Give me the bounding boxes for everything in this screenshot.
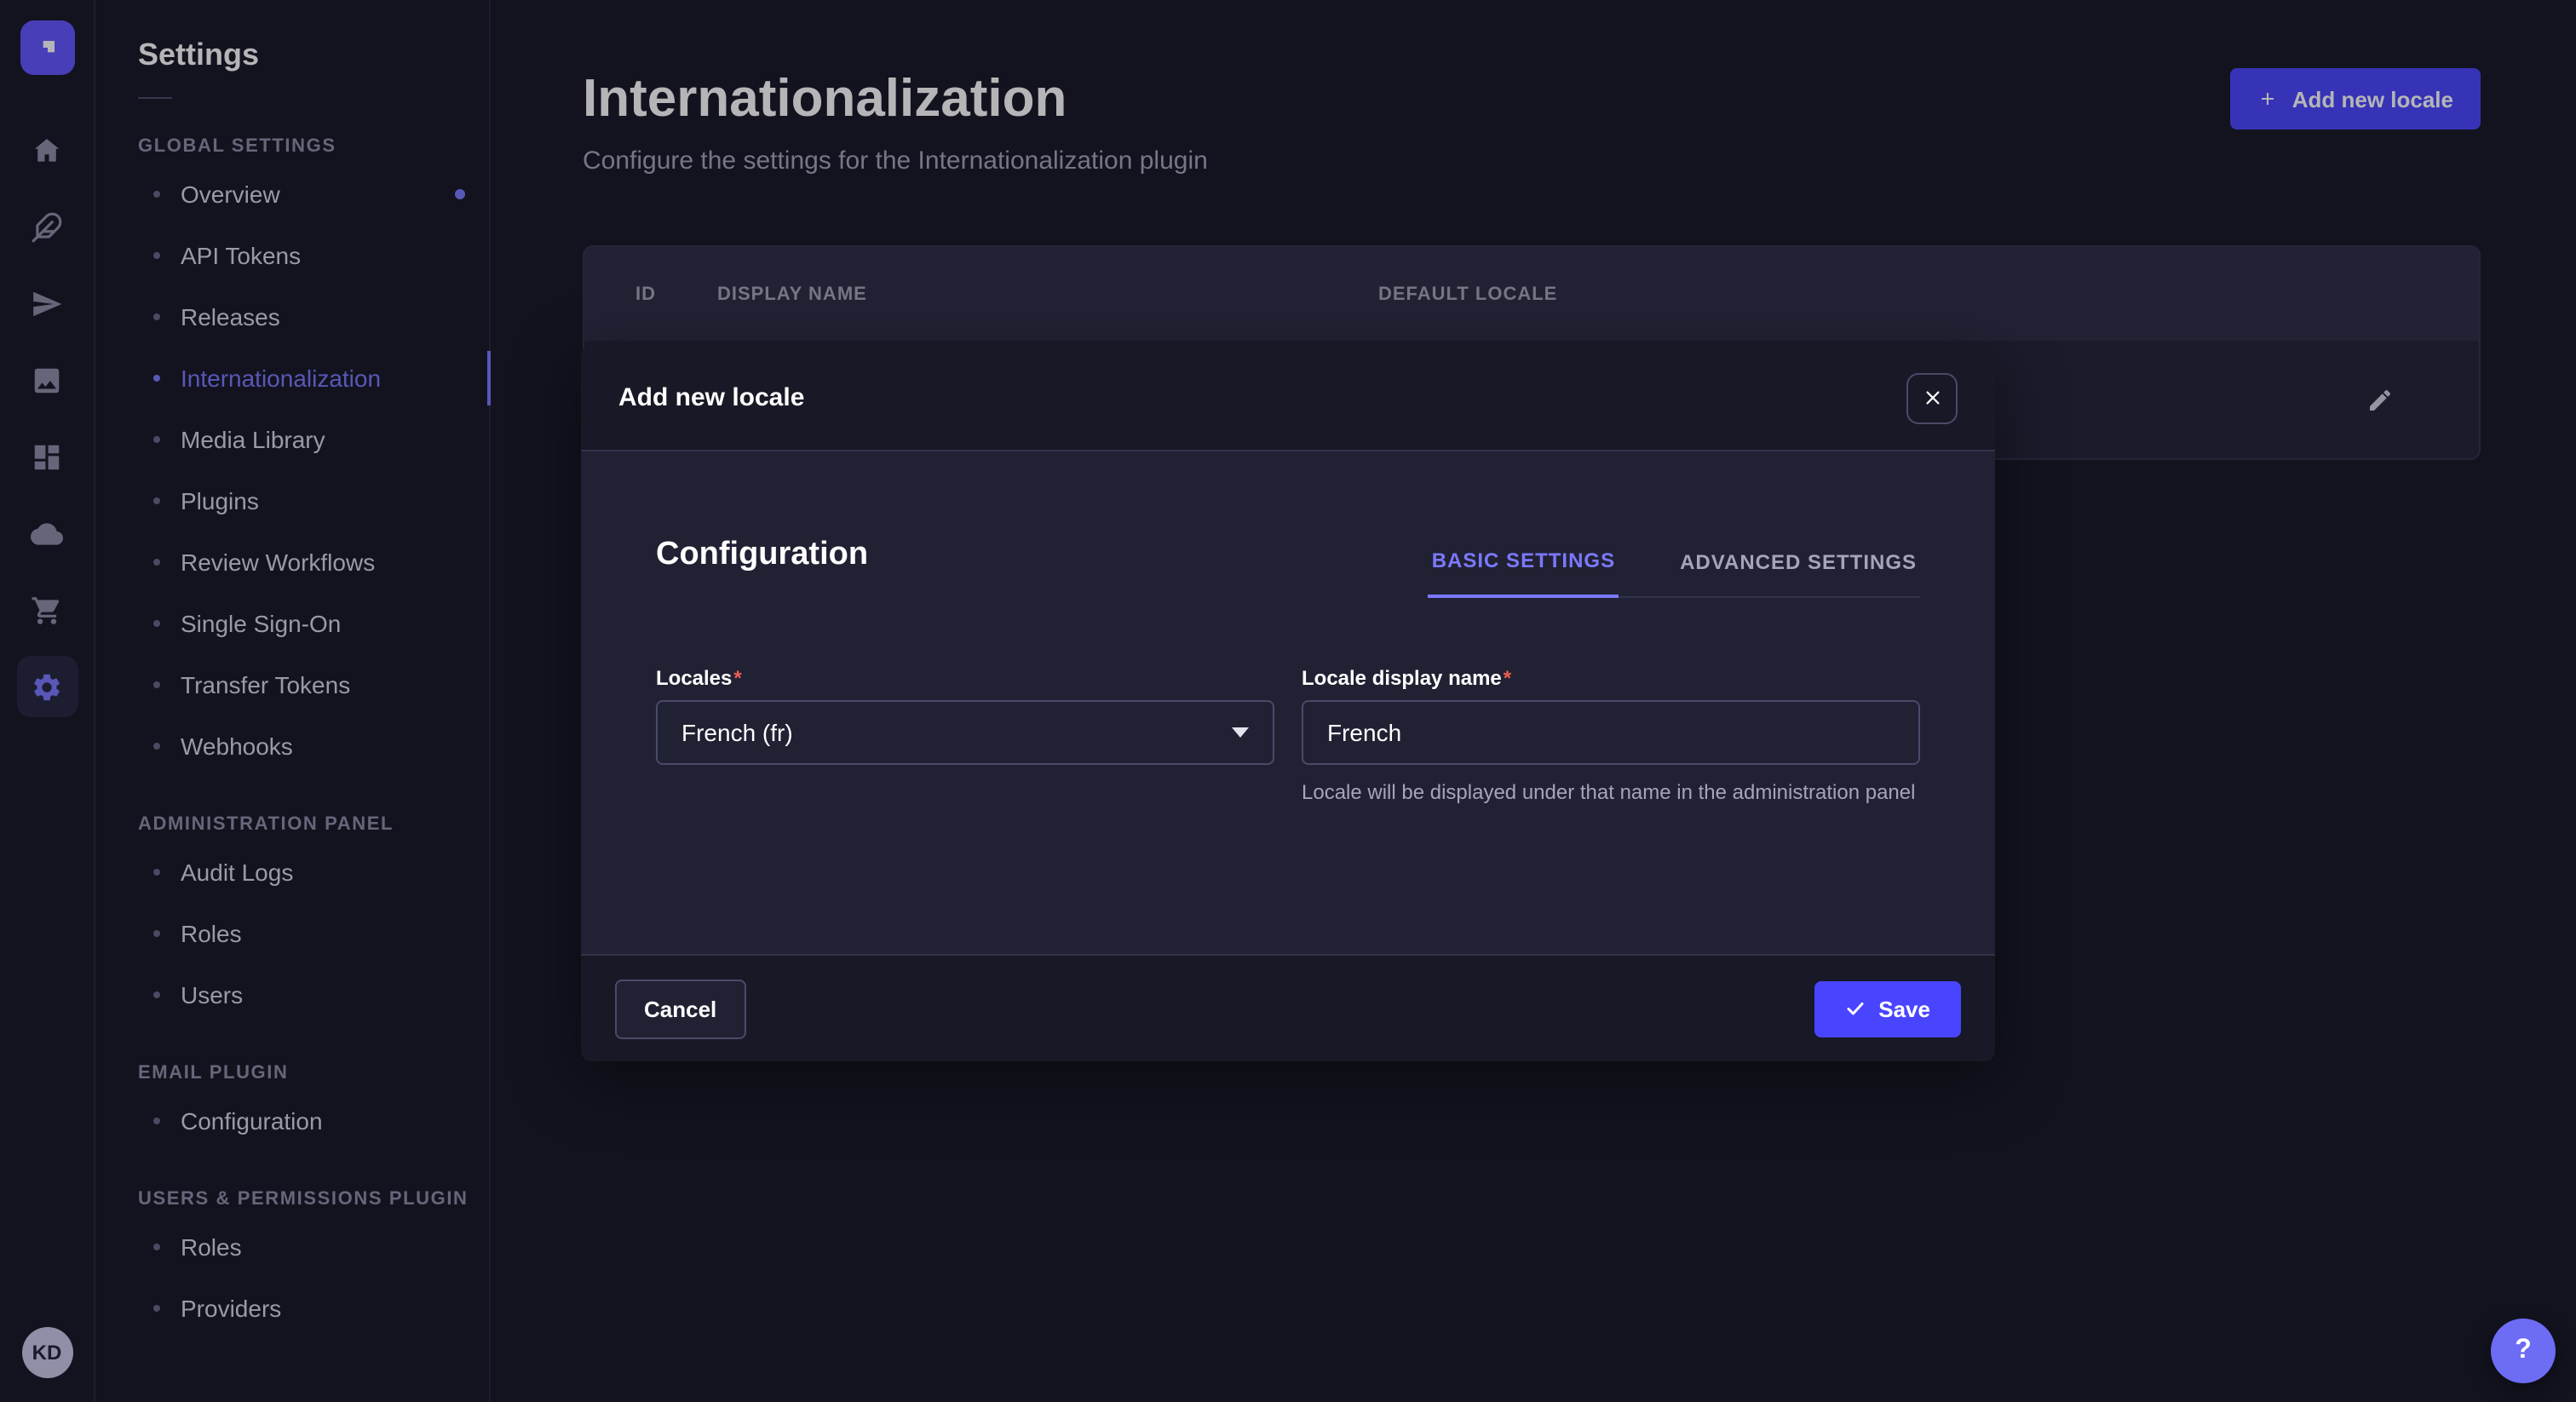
- modal-title: Add new locale: [618, 383, 804, 412]
- settings-tabs: BASIC SETTINGS ADVANCED SETTINGS: [1429, 549, 1920, 598]
- required-asterisk: *: [733, 666, 741, 690]
- required-asterisk: *: [1504, 666, 1511, 690]
- locales-select-value: French (fr): [681, 719, 793, 746]
- question-mark-icon: ?: [2515, 1336, 2532, 1366]
- close-icon: [1923, 388, 1941, 407]
- modal-body: Configuration BASIC SETTINGS ADVANCED SE…: [581, 451, 1995, 954]
- chevron-down-icon: [1232, 727, 1249, 738]
- display-name-input[interactable]: [1302, 700, 1920, 765]
- save-label: Save: [1878, 996, 1930, 1021]
- locales-field: Locales* French (fr): [656, 666, 1274, 808]
- display-name-field: Locale display name* Locale will be disp…: [1302, 666, 1920, 808]
- help-button[interactable]: ?: [2491, 1319, 2556, 1383]
- display-name-label: Locale display name*: [1302, 666, 1920, 690]
- app-screen: KD Settings GLOBAL SETTINGS Overview API…: [0, 0, 2576, 1402]
- locales-label: Locales*: [656, 666, 1274, 690]
- modal-footer: Cancel Save: [581, 954, 1995, 1061]
- close-modal-button[interactable]: [1906, 372, 1958, 423]
- check-icon: [1844, 998, 1865, 1019]
- modal-header: Add new locale: [581, 346, 1995, 451]
- cancel-button[interactable]: Cancel: [615, 979, 745, 1038]
- configuration-heading: Configuration: [656, 537, 868, 598]
- save-button[interactable]: Save: [1814, 980, 1961, 1037]
- tab-basic-settings[interactable]: BASIC SETTINGS: [1429, 549, 1619, 598]
- tab-advanced-settings[interactable]: ADVANCED SETTINGS: [1676, 549, 1920, 596]
- add-new-locale-modal: Add new locale Configuration BASIC SETTI…: [581, 346, 1995, 1061]
- display-name-hint: Locale will be displayed under that name…: [1302, 779, 1920, 808]
- locales-select[interactable]: French (fr): [656, 700, 1274, 765]
